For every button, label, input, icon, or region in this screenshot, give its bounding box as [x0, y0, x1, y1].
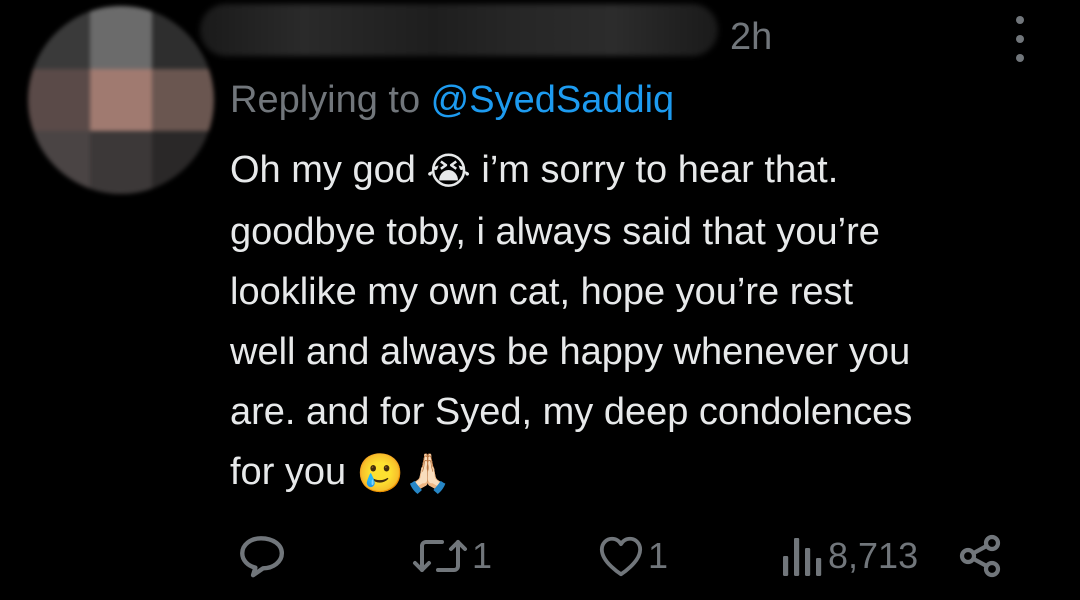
- views-button[interactable]: 8,713: [780, 528, 918, 584]
- retweet-count: 1: [472, 535, 493, 576]
- action-bar: 1 1 8,713: [0, 528, 1080, 584]
- tweet-line: are. and for Syed, my deep condolences: [230, 391, 913, 433]
- views-icon: [783, 538, 822, 576]
- replying-to-label: Replying to: [230, 79, 431, 121]
- tweet-line: for you 🥲🙏🏻: [230, 442, 1070, 504]
- tweet-line: looklike my own cat, hope you’re rest: [230, 271, 854, 313]
- dot-icon: [1016, 16, 1024, 24]
- share-icon: [959, 534, 1001, 578]
- like-count: 1: [648, 535, 669, 576]
- dot-icon: [1016, 35, 1024, 43]
- redacted-username[interactable]: [200, 4, 718, 56]
- tweet-line: well and always be happy whenever you: [230, 331, 911, 373]
- tweet-text: Oh my god 😭 i’m sorry to hear that. good…: [230, 140, 1070, 504]
- reply-icon: [240, 536, 285, 578]
- more-options-button[interactable]: [1006, 16, 1034, 62]
- mention-link[interactable]: @SyedSaddiq: [431, 79, 675, 121]
- reply-button[interactable]: [236, 528, 286, 584]
- tweet-line: Oh my god 😭 i’m sorry to hear that.: [230, 140, 1070, 202]
- replying-to: Replying to @SyedSaddiq: [230, 79, 675, 122]
- avatar[interactable]: [28, 6, 214, 194]
- folded-hands-emoji: 🙏🏻: [404, 453, 452, 495]
- share-button[interactable]: [956, 528, 1004, 584]
- timestamp[interactable]: 2h: [730, 18, 772, 56]
- smiling-tear-emoji: 🥲: [356, 453, 405, 495]
- loudly-crying-emoji: 😭: [426, 151, 471, 193]
- retweet-button[interactable]: 1: [412, 528, 492, 584]
- views-count: 8,713: [828, 535, 919, 576]
- tweet-line: goodbye toby, i always said that you’re: [230, 211, 880, 253]
- dot-icon: [1016, 54, 1024, 62]
- retweet-icon: [413, 540, 467, 572]
- like-button[interactable]: 1: [598, 528, 668, 584]
- heart-icon: [599, 536, 643, 577]
